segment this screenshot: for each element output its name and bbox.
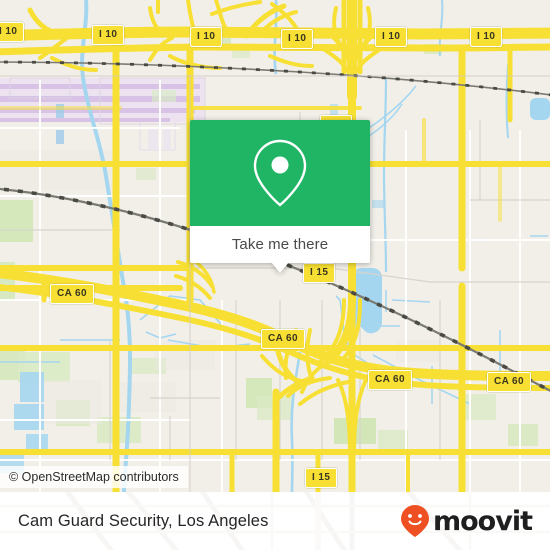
popup-pointer-tail [271, 262, 289, 273]
attribution-text: © OpenStreetMap contributors [9, 470, 179, 484]
take-me-there-popup[interactable]: Take me there [190, 120, 370, 273]
moovit-wordmark: moovit [433, 505, 533, 537]
shield-i10-3[interactable]: I 10 [190, 27, 223, 47]
popup-footer[interactable]: Take me there [190, 226, 370, 273]
take-me-there-label: Take me there [231, 236, 329, 253]
osm-attribution[interactable]: © OpenStreetMap contributors [0, 466, 188, 488]
shield-i10-1[interactable]: I 10 [0, 22, 25, 42]
shield-ca60-west[interactable]: CA 60 [50, 284, 94, 304]
map-pin-icon [253, 139, 307, 207]
shield-ca60-mid[interactable]: CA 60 [261, 329, 305, 349]
popup-image-area [190, 120, 370, 226]
moovit-map-screenshot: I 10 I 10 I 10 I 10 I 10 I 10 I 15 CA 60… [0, 0, 550, 550]
moovit-smiley-pin-icon [401, 505, 429, 537]
shield-ca60-east[interactable]: CA 60 [368, 370, 412, 390]
shield-ca60-far-east[interactable]: CA 60 [487, 372, 531, 392]
place-title: Cam Guard Security, Los Angeles [18, 511, 269, 530]
bottom-info-bar: Cam Guard Security, Los Angeles moovit [0, 492, 550, 550]
shield-i10-6[interactable]: I 10 [470, 27, 503, 47]
shield-i10-4[interactable]: I 10 [281, 29, 314, 49]
shield-i10-5[interactable]: I 10 [375, 27, 408, 47]
map-canvas[interactable]: I 10 I 10 I 10 I 10 I 10 I 10 I 15 CA 60… [0, 0, 550, 492]
shield-i15-mid[interactable]: I 15 [303, 263, 336, 283]
moovit-logo[interactable]: moovit [400, 504, 533, 538]
shield-i10-2[interactable]: I 10 [92, 25, 125, 45]
shield-i15-south[interactable]: I 15 [305, 468, 338, 488]
